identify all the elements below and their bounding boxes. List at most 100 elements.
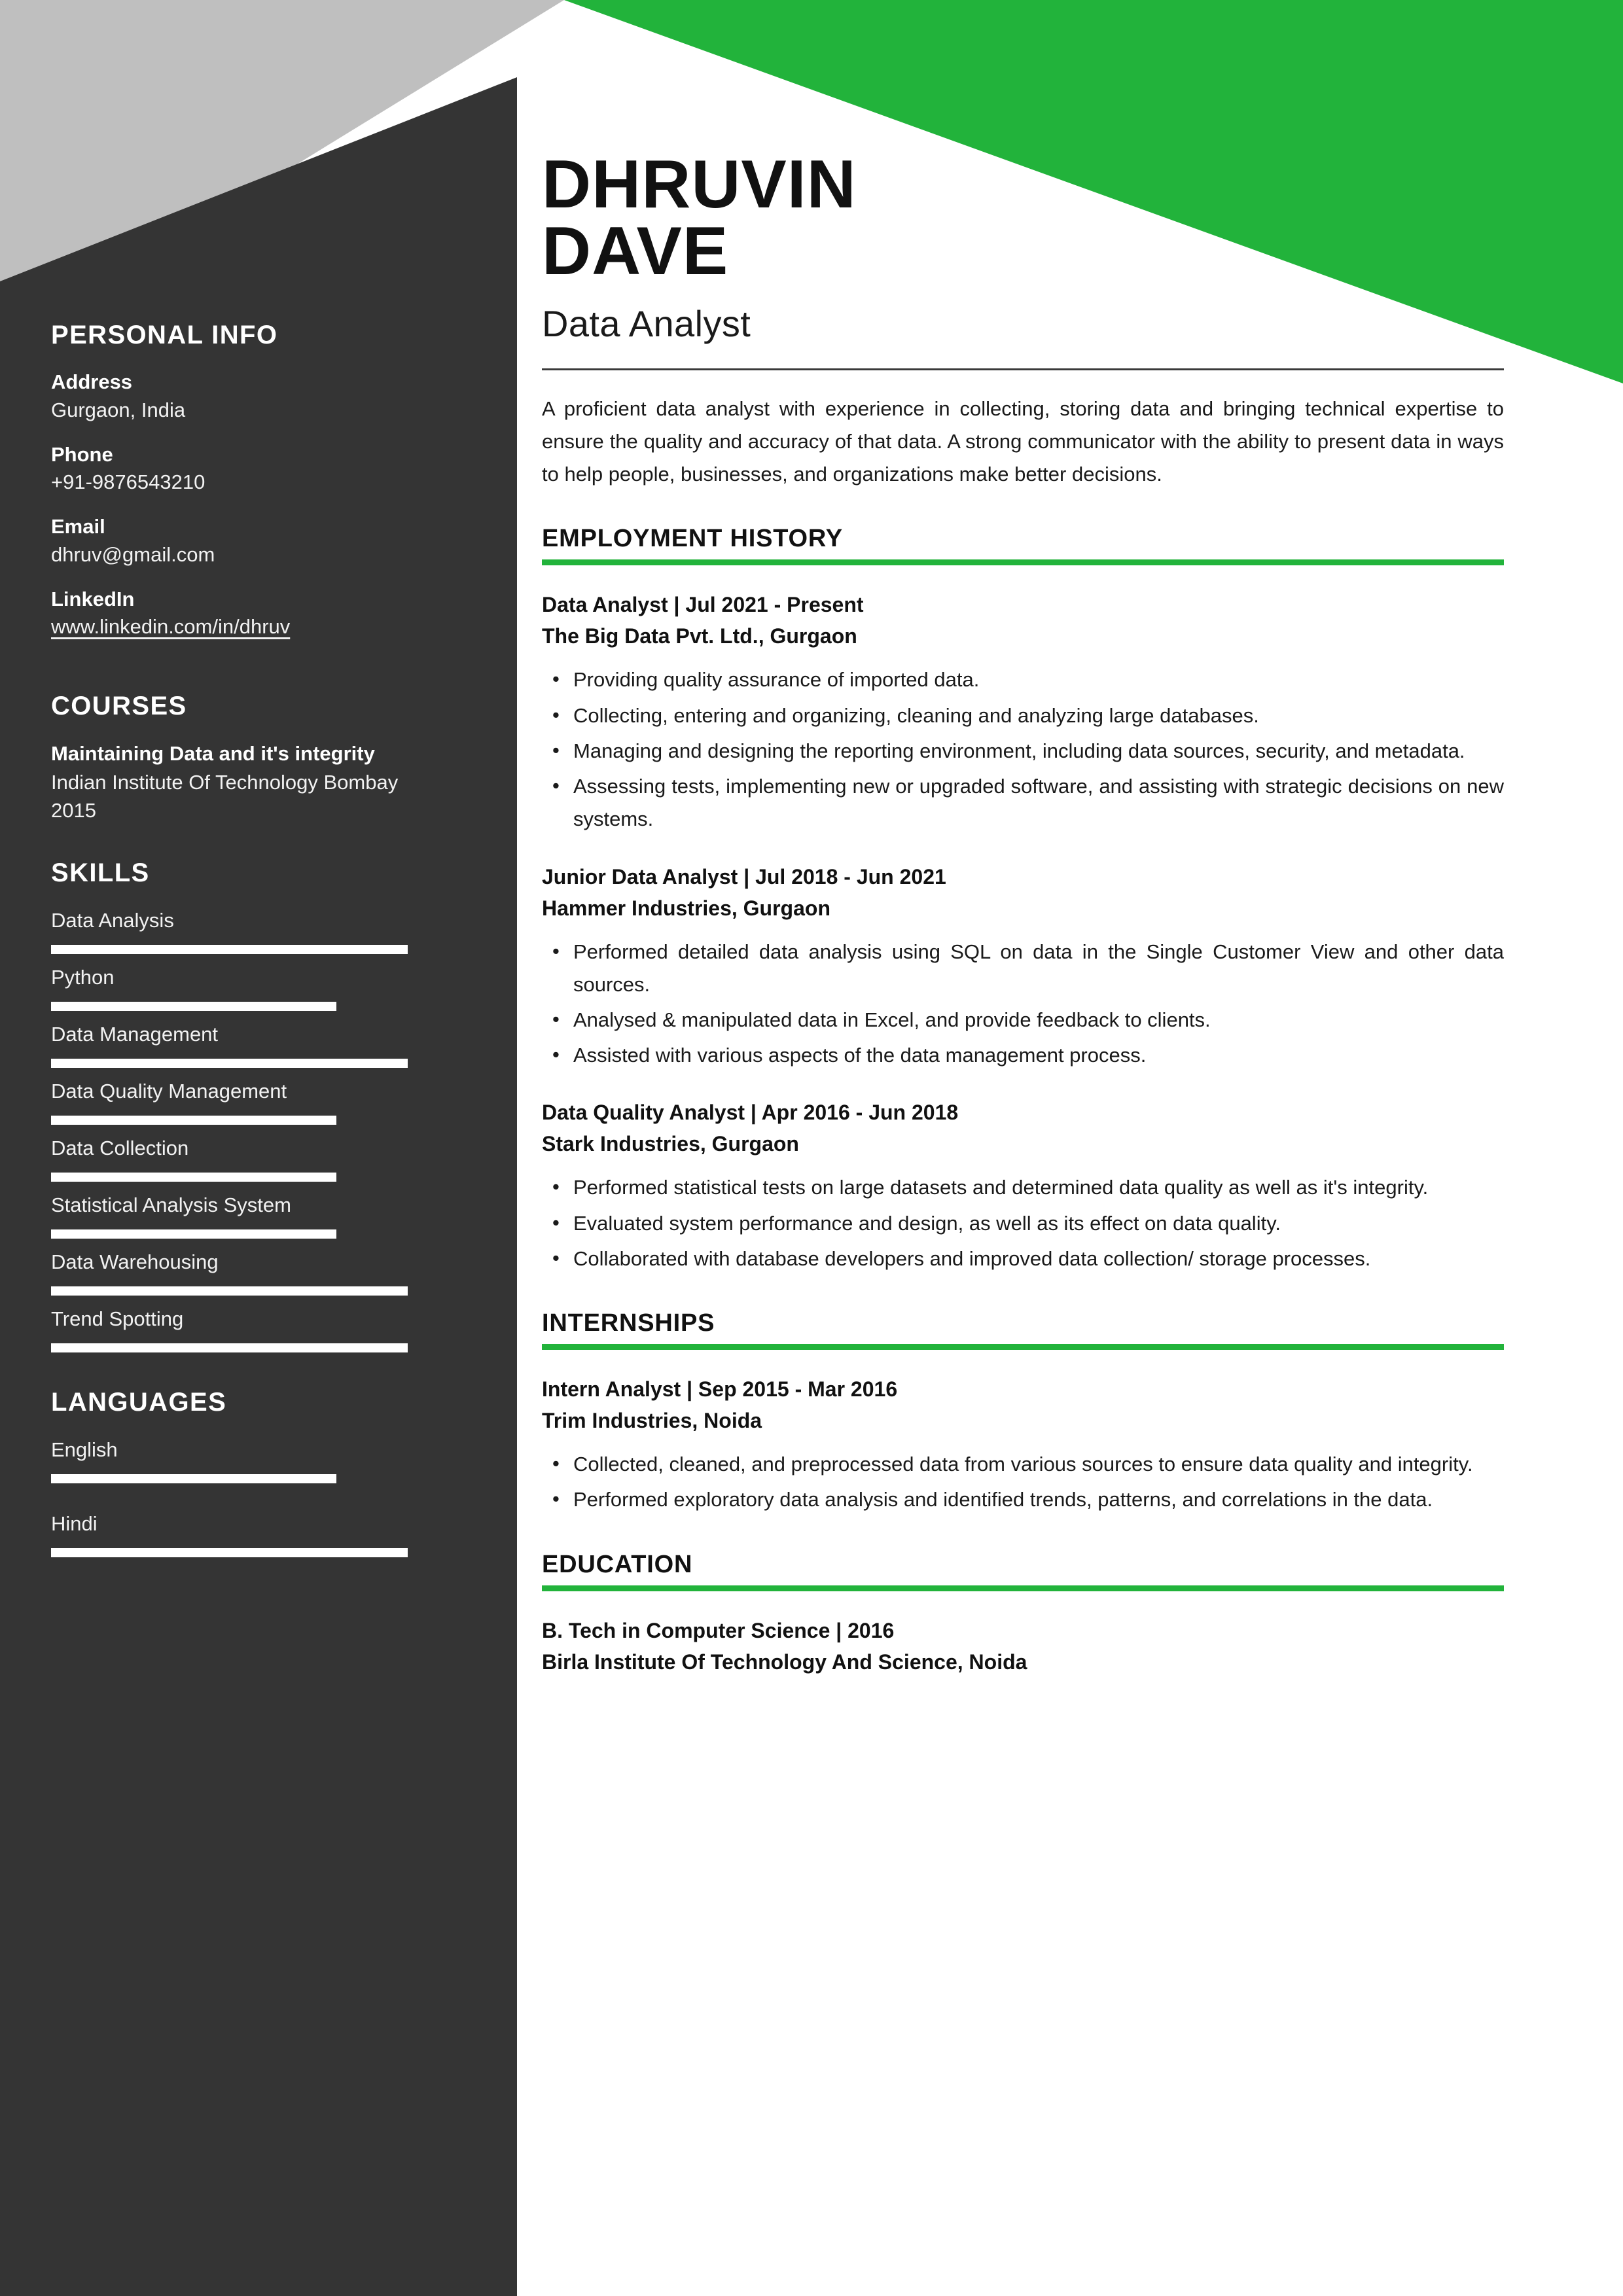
- job-bullet: Performed statistical tests on large dat…: [542, 1171, 1504, 1204]
- personal-info-section: PERSONAL INFO Address Gurgaon, India Pho…: [51, 321, 418, 641]
- skill-row: Statistical Analysis System: [51, 1191, 418, 1239]
- level-fill: [51, 945, 408, 955]
- job-bullet-list: Performed statistical tests on large dat…: [542, 1171, 1504, 1275]
- skill-level-bar: [51, 945, 408, 955]
- job-company-line: The Big Data Pvt. Ltd., Gurgaon: [542, 624, 857, 648]
- job-bullet-list: Performed detailed data analysis using S…: [542, 935, 1504, 1072]
- level-fill: [51, 1474, 336, 1483]
- job-bullet: Providing quality assurance of imported …: [542, 663, 1504, 696]
- skill-row: Data Warehousing: [51, 1248, 418, 1296]
- internships-list: Intern Analyst | Sep 2015 - Mar 2016 Trim…: [542, 1373, 1504, 1516]
- job-title-line: Intern Analyst | Sep 2015 - Mar 2016: [542, 1377, 898, 1402]
- languages-heading: LANGUAGES: [51, 1387, 227, 1417]
- main-content: DHRUVIN DAVE Data Analyst A proficient d…: [542, 0, 1504, 1678]
- skills-section: SKILLS Data Analysis Python Data Managemen…: [51, 858, 418, 1352]
- education-list: B. Tech in Computer Science | 2016 Birla …: [542, 1615, 1504, 1678]
- job-title-line: Data Quality Analyst | Apr 2016 - Jun 20…: [542, 1101, 959, 1125]
- level-fill: [51, 1059, 408, 1069]
- course-institution: Indian Institute Of Technology Bombay: [51, 770, 399, 794]
- first-name: DHRUVIN: [542, 147, 857, 222]
- language-name: Hindi: [51, 1511, 98, 1535]
- contact-email: Email dhruv@gmail.com: [51, 513, 418, 569]
- course-title: Maintaining Data and it's integrity: [51, 742, 375, 766]
- skill-name: Data Collection: [51, 1137, 189, 1160]
- sidebar: PERSONAL INFO Address Gurgaon, India Pho…: [0, 77, 517, 2296]
- job-bullet: Evaluated system performance and design,…: [542, 1207, 1504, 1240]
- education-degree: B. Tech in Computer Science | 2016: [542, 1618, 895, 1642]
- skill-name: Data Quality Management: [51, 1080, 287, 1103]
- education-school: Birla Institute Of Technology And Scienc…: [542, 1650, 1027, 1674]
- language-name: English: [51, 1438, 118, 1461]
- job-bullet: Collecting, entering and organizing, cle…: [542, 699, 1504, 732]
- contact-address: Address Gurgaon, India: [51, 368, 418, 425]
- employment-history-heading: EMPLOYMENT HISTORY: [542, 525, 843, 553]
- skill-level-bar: [51, 1172, 408, 1182]
- skill-row: Data Analysis: [51, 906, 418, 955]
- contact-linkedin: LinkedIn www.linkedin.com/in/dhruv: [51, 586, 418, 642]
- job-bullet-list: Providing quality assurance of imported …: [542, 663, 1504, 836]
- job-bullet: Collected, cleaned, and preprocessed dat…: [542, 1447, 1504, 1481]
- skill-name: Data Management: [51, 1023, 219, 1046]
- skill-level-bar: [51, 1116, 408, 1125]
- job-bullet: Assisted with various aspects of the dat…: [542, 1038, 1504, 1072]
- skill-row: Data Management: [51, 1020, 418, 1069]
- email-label: Email: [51, 515, 105, 539]
- level-fill: [51, 1002, 336, 1012]
- job-bullet: Performed detailed data analysis using S…: [542, 935, 1504, 1001]
- skill-level-bar: [51, 1229, 408, 1239]
- linkedin-url-link[interactable]: www.linkedin.com/in/dhruv: [51, 613, 418, 641]
- courses-heading: COURSES: [51, 692, 187, 721]
- job-company-line: Hammer Industries, Gurgaon: [542, 896, 830, 920]
- skill-name: Trend Spotting: [51, 1307, 184, 1330]
- email-value[interactable]: dhruv@gmail.com: [51, 541, 418, 569]
- skill-name: Statistical Analysis System: [51, 1193, 291, 1216]
- skill-row: Data Quality Management: [51, 1077, 418, 1125]
- skill-level-bar: [51, 1002, 408, 1012]
- phone-value[interactable]: +91-9876543210: [51, 468, 418, 497]
- skill-row: Trend Spotting: [51, 1305, 418, 1352]
- education-heading: EDUCATION: [542, 1550, 693, 1578]
- job-bullet: Performed exploratory data analysis and …: [542, 1483, 1504, 1516]
- address-label: Address: [51, 370, 133, 393]
- language-row: Hindi: [51, 1510, 418, 1557]
- personal-info-heading: PERSONAL INFO: [51, 321, 278, 349]
- internships-section: INTERNSHIPS Intern Analyst | Sep 2015 - …: [542, 1309, 1504, 1516]
- skills-list: Data Analysis Python Data Management Data Q…: [51, 906, 418, 1352]
- job-entry: Junior Data Analyst | Jul 2018 - Jun 202…: [542, 861, 1504, 1072]
- languages-list: English Hindi: [51, 1436, 418, 1557]
- skill-row: Python: [51, 963, 418, 1012]
- phone-label: Phone: [51, 442, 113, 466]
- skill-row: Data Collection: [51, 1134, 418, 1182]
- skill-level-bar: [51, 1059, 408, 1069]
- job-bullet: Managing and designing the reporting env…: [542, 734, 1504, 768]
- job-bullet: Analysed & manipulated data in Excel, an…: [542, 1003, 1504, 1036]
- skill-name: Python: [51, 966, 115, 989]
- language-row: English: [51, 1436, 418, 1483]
- level-fill: [51, 1286, 408, 1296]
- skill-level-bar: [51, 1343, 408, 1352]
- level-fill: [51, 1116, 336, 1125]
- skill-level-bar: [51, 1286, 408, 1296]
- education-section: EDUCATION B. Tech in Computer Science | …: [542, 1551, 1504, 1678]
- job-entry: Data Analyst | Jul 2021 - Present The Big…: [542, 589, 1504, 836]
- profile-summary: A proficient data analyst with experienc…: [542, 397, 1504, 486]
- skill-name: Data Analysis: [51, 909, 174, 932]
- job-entry: Data Quality Analyst | Apr 2016 - Jun 20…: [542, 1097, 1504, 1275]
- job-bullet: Assessing tests, implementing new or upg…: [542, 769, 1504, 836]
- employment-list: Data Analyst | Jul 2021 - Present The Big…: [542, 589, 1504, 1275]
- last-name: DAVE: [542, 213, 729, 289]
- linkedin-label: LinkedIn: [51, 587, 135, 610]
- employment-history-section: EMPLOYMENT HISTORY Data Analyst | Jul 20…: [542, 525, 1504, 1275]
- course-item: Maintaining Data and it's integrity Indi…: [51, 739, 418, 824]
- internships-heading-rule: [542, 1344, 1504, 1351]
- job-title: Data Analyst: [542, 302, 751, 344]
- skill-name: Data Warehousing: [51, 1250, 219, 1273]
- job-bullet-list: Collected, cleaned, and preprocessed dat…: [542, 1447, 1504, 1516]
- course-year: 2015: [51, 798, 96, 822]
- name-block: DHRUVIN DAVE Data Analyst: [542, 147, 1504, 345]
- resume-page: PERSONAL INFO Address Gurgaon, India Pho…: [0, 0, 1623, 2296]
- job-entry: Intern Analyst | Sep 2015 - Mar 2016 Trim…: [542, 1373, 1504, 1516]
